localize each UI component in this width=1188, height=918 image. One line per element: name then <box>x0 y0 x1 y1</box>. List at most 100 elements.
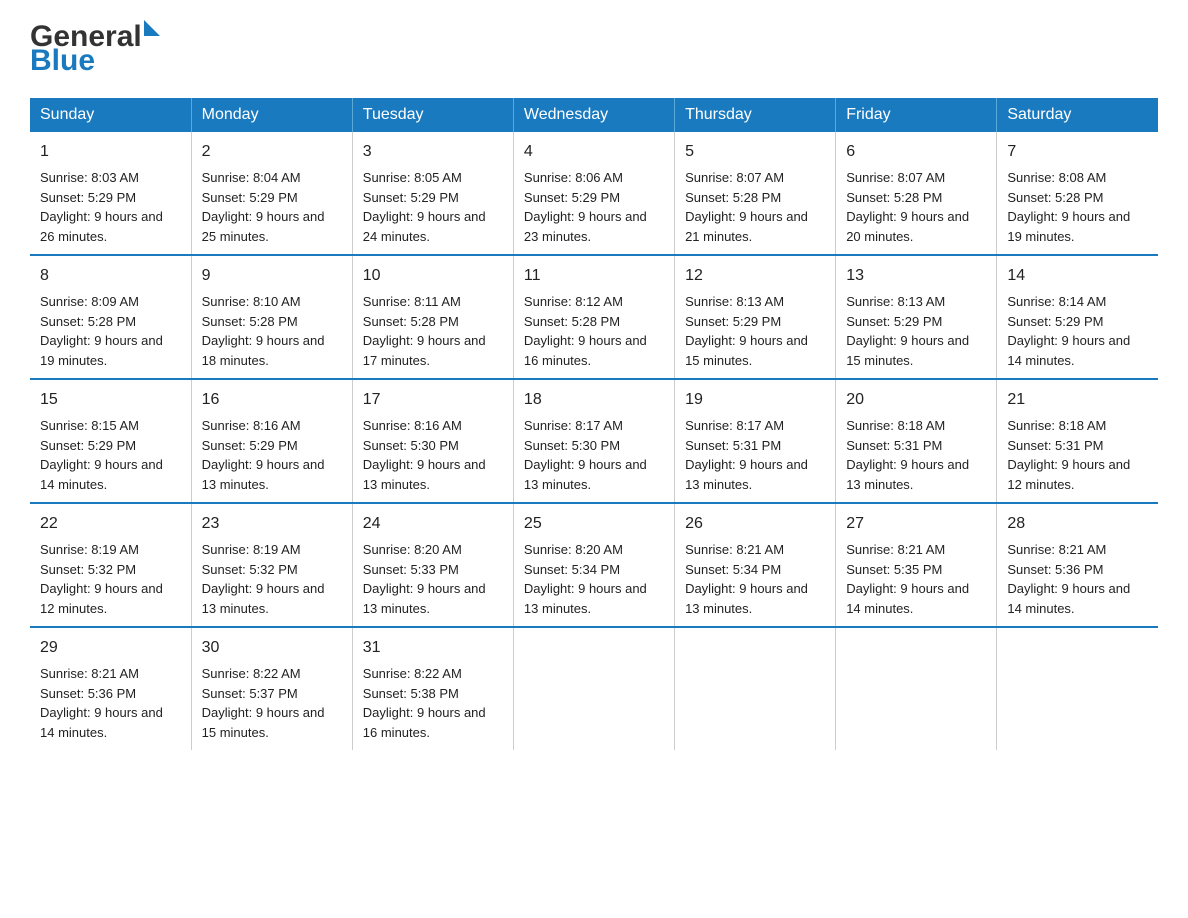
logo-arrow-icon <box>144 20 160 36</box>
day-number: 15 <box>40 388 181 412</box>
day-info: Sunrise: 8:18 AMSunset: 5:31 PMDaylight:… <box>1007 416 1148 494</box>
day-number: 19 <box>685 388 825 412</box>
day-number: 21 <box>1007 388 1148 412</box>
calendar-cell: 2 Sunrise: 8:04 AMSunset: 5:29 PMDaylight… <box>191 132 352 255</box>
day-number: 4 <box>524 140 664 164</box>
calendar-cell: 10 Sunrise: 8:11 AMSunset: 5:28 PMDayligh… <box>352 255 513 379</box>
day-info: Sunrise: 8:16 AMSunset: 5:30 PMDaylight:… <box>363 416 503 494</box>
day-number: 31 <box>363 636 503 660</box>
day-info: Sunrise: 8:08 AMSunset: 5:28 PMDaylight:… <box>1007 168 1148 246</box>
calendar-cell: 18 Sunrise: 8:17 AMSunset: 5:30 PMDayligh… <box>513 379 674 503</box>
day-info: Sunrise: 8:13 AMSunset: 5:29 PMDaylight:… <box>846 292 986 370</box>
day-number: 25 <box>524 512 664 536</box>
day-number: 30 <box>202 636 342 660</box>
calendar-cell: 4 Sunrise: 8:06 AMSunset: 5:29 PMDaylight… <box>513 132 674 255</box>
day-info: Sunrise: 8:13 AMSunset: 5:29 PMDaylight:… <box>685 292 825 370</box>
calendar-cell: 31 Sunrise: 8:22 AMSunset: 5:38 PMDayligh… <box>352 627 513 750</box>
calendar-cell <box>513 627 674 750</box>
day-info: Sunrise: 8:11 AMSunset: 5:28 PMDaylight:… <box>363 292 503 370</box>
calendar-week-row: 15 Sunrise: 8:15 AMSunset: 5:29 PMDayligh… <box>30 379 1158 503</box>
calendar-cell: 15 Sunrise: 8:15 AMSunset: 5:29 PMDayligh… <box>30 379 191 503</box>
day-number: 8 <box>40 264 181 288</box>
calendar-table: SundayMondayTuesdayWednesdayThursdayFrid… <box>30 98 1158 750</box>
day-info: Sunrise: 8:16 AMSunset: 5:29 PMDaylight:… <box>202 416 342 494</box>
day-info: Sunrise: 8:07 AMSunset: 5:28 PMDaylight:… <box>846 168 986 246</box>
header-wednesday: Wednesday <box>513 98 674 132</box>
day-info: Sunrise: 8:17 AMSunset: 5:31 PMDaylight:… <box>685 416 825 494</box>
calendar-cell: 6 Sunrise: 8:07 AMSunset: 5:28 PMDaylight… <box>836 132 997 255</box>
day-number: 22 <box>40 512 181 536</box>
page-header: General Blue <box>30 20 1158 78</box>
logo: General Blue <box>30 20 160 78</box>
day-info: Sunrise: 8:07 AMSunset: 5:28 PMDaylight:… <box>685 168 825 246</box>
calendar-cell: 17 Sunrise: 8:16 AMSunset: 5:30 PMDayligh… <box>352 379 513 503</box>
day-info: Sunrise: 8:14 AMSunset: 5:29 PMDaylight:… <box>1007 292 1148 370</box>
calendar-cell: 25 Sunrise: 8:20 AMSunset: 5:34 PMDayligh… <box>513 503 674 627</box>
calendar-cell: 22Sunrise: 8:19 AMSunset: 5:32 PMDayligh… <box>30 503 191 627</box>
calendar-cell: 9Sunrise: 8:10 AMSunset: 5:28 PMDaylight… <box>191 255 352 379</box>
header-thursday: Thursday <box>675 98 836 132</box>
day-number: 13 <box>846 264 986 288</box>
calendar-cell: 8Sunrise: 8:09 AMSunset: 5:28 PMDaylight… <box>30 255 191 379</box>
calendar-cell: 26 Sunrise: 8:21 AMSunset: 5:34 PMDayligh… <box>675 503 836 627</box>
day-number: 3 <box>363 140 503 164</box>
day-info: Sunrise: 8:03 AMSunset: 5:29 PMDaylight:… <box>40 168 181 246</box>
calendar-cell: 20 Sunrise: 8:18 AMSunset: 5:31 PMDayligh… <box>836 379 997 503</box>
day-number: 7 <box>1007 140 1148 164</box>
calendar-cell: 23 Sunrise: 8:19 AMSunset: 5:32 PMDayligh… <box>191 503 352 627</box>
day-number: 6 <box>846 140 986 164</box>
day-number: 20 <box>846 388 986 412</box>
day-info: Sunrise: 8:20 AMSunset: 5:33 PMDaylight:… <box>363 540 503 618</box>
calendar-week-row: 8Sunrise: 8:09 AMSunset: 5:28 PMDaylight… <box>30 255 1158 379</box>
calendar-cell: 28Sunrise: 8:21 AMSunset: 5:36 PMDayligh… <box>997 503 1158 627</box>
calendar-week-row: 22 Sunrise: 8:19 AMSunset: 5:32 PMDayligh… <box>30 503 1158 627</box>
calendar-cell: 21 Sunrise: 8:18 AMSunset: 5:31 PMDayligh… <box>997 379 1158 503</box>
calendar-cell: 30 Sunrise: 8:22 AMSunset: 5:37 PMDayligh… <box>191 627 352 750</box>
day-number: 17 <box>363 388 503 412</box>
calendar-cell: 7 Sunrise: 8:08 AMSunset: 5:28 PMDaylight… <box>997 132 1158 255</box>
day-number: 18 <box>524 388 664 412</box>
day-info: Sunrise: 8:21 AMSunset: 5:36 PMDaylight:… <box>1007 540 1148 618</box>
header-monday: Monday <box>191 98 352 132</box>
calendar-week-row: 1 Sunrise: 8:03 AMSunset: 5:29 PMDaylight… <box>30 132 1158 255</box>
header-friday: Friday <box>836 98 997 132</box>
day-number: 10 <box>363 264 503 288</box>
day-info: Sunrise: 8:17 AMSunset: 5:30 PMDaylight:… <box>524 416 664 494</box>
calendar-cell: 29Sunrise: 8:21 AMSunset: 5:36 PMDayligh… <box>30 627 191 750</box>
day-number: 23 <box>202 512 342 536</box>
day-number: 26 <box>685 512 825 536</box>
calendar-cell: 1 Sunrise: 8:03 AMSunset: 5:29 PMDaylight… <box>30 132 191 255</box>
day-info: Sunrise: 8:06 AMSunset: 5:29 PMDaylight:… <box>524 168 664 246</box>
calendar-cell <box>836 627 997 750</box>
day-info: Sunrise: 8:20 AMSunset: 5:34 PMDaylight:… <box>524 540 664 618</box>
calendar-cell <box>675 627 836 750</box>
day-number: 11 <box>524 264 664 288</box>
day-number: 29 <box>40 636 181 660</box>
day-info: Sunrise: 8:19 AMSunset: 5:32 PMDaylight:… <box>202 540 342 618</box>
calendar-header-row: SundayMondayTuesdayWednesdayThursdayFrid… <box>30 98 1158 132</box>
header-sunday: Sunday <box>30 98 191 132</box>
day-number: 1 <box>40 140 181 164</box>
day-info: Sunrise: 8:22 AMSunset: 5:37 PMDaylight:… <box>202 664 342 742</box>
day-info: Sunrise: 8:04 AMSunset: 5:29 PMDaylight:… <box>202 168 342 246</box>
day-info: Sunrise: 8:21 AMSunset: 5:34 PMDaylight:… <box>685 540 825 618</box>
calendar-cell: 12 Sunrise: 8:13 AMSunset: 5:29 PMDayligh… <box>675 255 836 379</box>
day-info: Sunrise: 8:10 AMSunset: 5:28 PMDaylight:… <box>202 292 342 370</box>
day-info: Sunrise: 8:05 AMSunset: 5:29 PMDaylight:… <box>363 168 503 246</box>
calendar-cell: 27 Sunrise: 8:21 AMSunset: 5:35 PMDayligh… <box>836 503 997 627</box>
day-number: 12 <box>685 264 825 288</box>
day-info: Sunrise: 8:18 AMSunset: 5:31 PMDaylight:… <box>846 416 986 494</box>
day-number: 5 <box>685 140 825 164</box>
day-info: Sunrise: 8:15 AMSunset: 5:29 PMDaylight:… <box>40 416 181 494</box>
day-number: 2 <box>202 140 342 164</box>
calendar-cell: 5 Sunrise: 8:07 AMSunset: 5:28 PMDaylight… <box>675 132 836 255</box>
calendar-cell: 14Sunrise: 8:14 AMSunset: 5:29 PMDayligh… <box>997 255 1158 379</box>
calendar-cell: 19 Sunrise: 8:17 AMSunset: 5:31 PMDayligh… <box>675 379 836 503</box>
day-info: Sunrise: 8:21 AMSunset: 5:35 PMDaylight:… <box>846 540 986 618</box>
header-tuesday: Tuesday <box>352 98 513 132</box>
day-number: 27 <box>846 512 986 536</box>
calendar-cell: 24 Sunrise: 8:20 AMSunset: 5:33 PMDayligh… <box>352 503 513 627</box>
calendar-cell: 16Sunrise: 8:16 AMSunset: 5:29 PMDayligh… <box>191 379 352 503</box>
day-number: 24 <box>363 512 503 536</box>
day-info: Sunrise: 8:22 AMSunset: 5:38 PMDaylight:… <box>363 664 503 742</box>
